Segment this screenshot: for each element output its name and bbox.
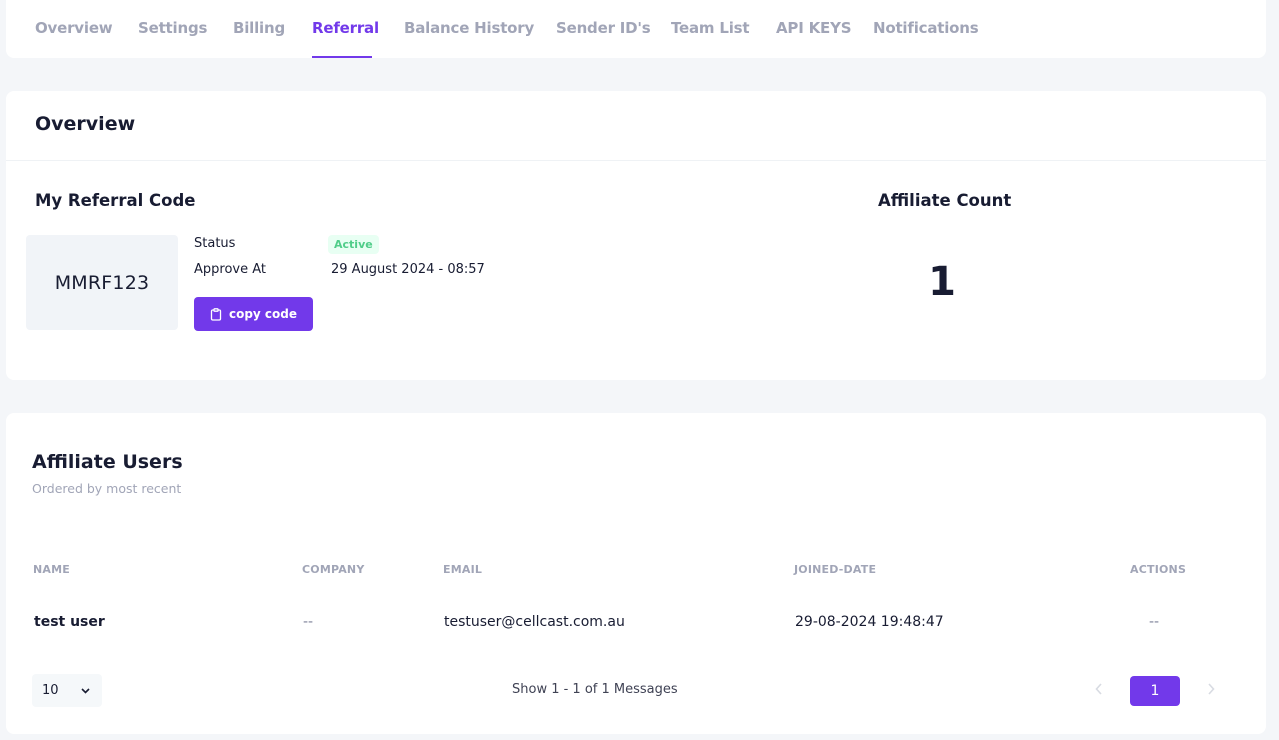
- cell-joined-date: 29-08-2024 19:48:47: [795, 614, 944, 630]
- tab-billing[interactable]: Billing: [233, 19, 285, 37]
- column-header-email: EMAIL: [443, 563, 483, 576]
- column-header-actions: ACTIONS: [1130, 563, 1187, 576]
- current-page-number: 1: [1150, 683, 1160, 699]
- tab-balance-history[interactable]: Balance History: [404, 19, 534, 37]
- cell-email: testuser@cellcast.com.au: [444, 614, 625, 630]
- clipboard-icon: [210, 307, 222, 321]
- affiliate-users-title: Affiliate Users: [32, 451, 183, 473]
- affiliate-count-heading: Affiliate Count: [878, 191, 1012, 210]
- tab-settings[interactable]: Settings: [138, 19, 207, 37]
- copy-code-button[interactable]: copy code: [194, 297, 313, 331]
- cell-actions: --: [1149, 614, 1160, 630]
- status-label: Status: [194, 236, 236, 251]
- divider: [6, 160, 1266, 161]
- chevron-left-icon[interactable]: [1095, 680, 1103, 699]
- column-header-company: COMPANY: [302, 563, 365, 576]
- referral-code-heading: My Referral Code: [35, 191, 196, 210]
- status-badge: Active: [328, 235, 379, 254]
- tab-api-keys[interactable]: API KEYS: [776, 19, 852, 37]
- active-tab-indicator: [312, 56, 372, 58]
- affiliate-users-subtitle: Ordered by most recent: [32, 481, 182, 496]
- tab-referral[interactable]: Referral: [312, 19, 379, 37]
- column-header-joined-date: JOINED-DATE: [794, 563, 877, 576]
- affiliate-count-value: 1: [928, 259, 956, 305]
- chevron-right-icon[interactable]: [1207, 680, 1215, 699]
- tab-team-list[interactable]: Team List: [671, 19, 750, 37]
- page-size-value: 10: [42, 683, 59, 698]
- tab-sender-ids[interactable]: Sender ID's: [556, 19, 651, 37]
- copy-code-label: copy code: [228, 307, 298, 321]
- chevron-down-icon: [81, 683, 90, 698]
- cell-name: test user: [34, 614, 105, 630]
- affiliate-users-card: Affiliate Users Ordered by most recent N…: [6, 413, 1266, 734]
- tab-notifications[interactable]: Notifications: [873, 19, 979, 37]
- pagination-info: Show 1 - 1 of 1 Messages: [512, 682, 678, 697]
- referral-code: MMRF123: [54, 271, 150, 294]
- approve-at-label: Approve At: [194, 262, 266, 277]
- page-size-select[interactable]: 10: [32, 674, 102, 707]
- tabs-bar: Overview Settings Billing Referral Balan…: [6, 0, 1266, 58]
- cell-company: --: [303, 614, 314, 630]
- tab-overview[interactable]: Overview: [35, 19, 113, 37]
- column-header-name: NAME: [33, 563, 70, 576]
- approve-at-value: 29 August 2024 - 08:57: [331, 262, 485, 277]
- overview-card: Overview My Referral Code MMRF123 Status…: [6, 91, 1266, 380]
- page-button-current[interactable]: 1: [1130, 676, 1180, 706]
- referral-code-box: MMRF123: [26, 235, 178, 330]
- overview-title: Overview: [35, 113, 136, 135]
